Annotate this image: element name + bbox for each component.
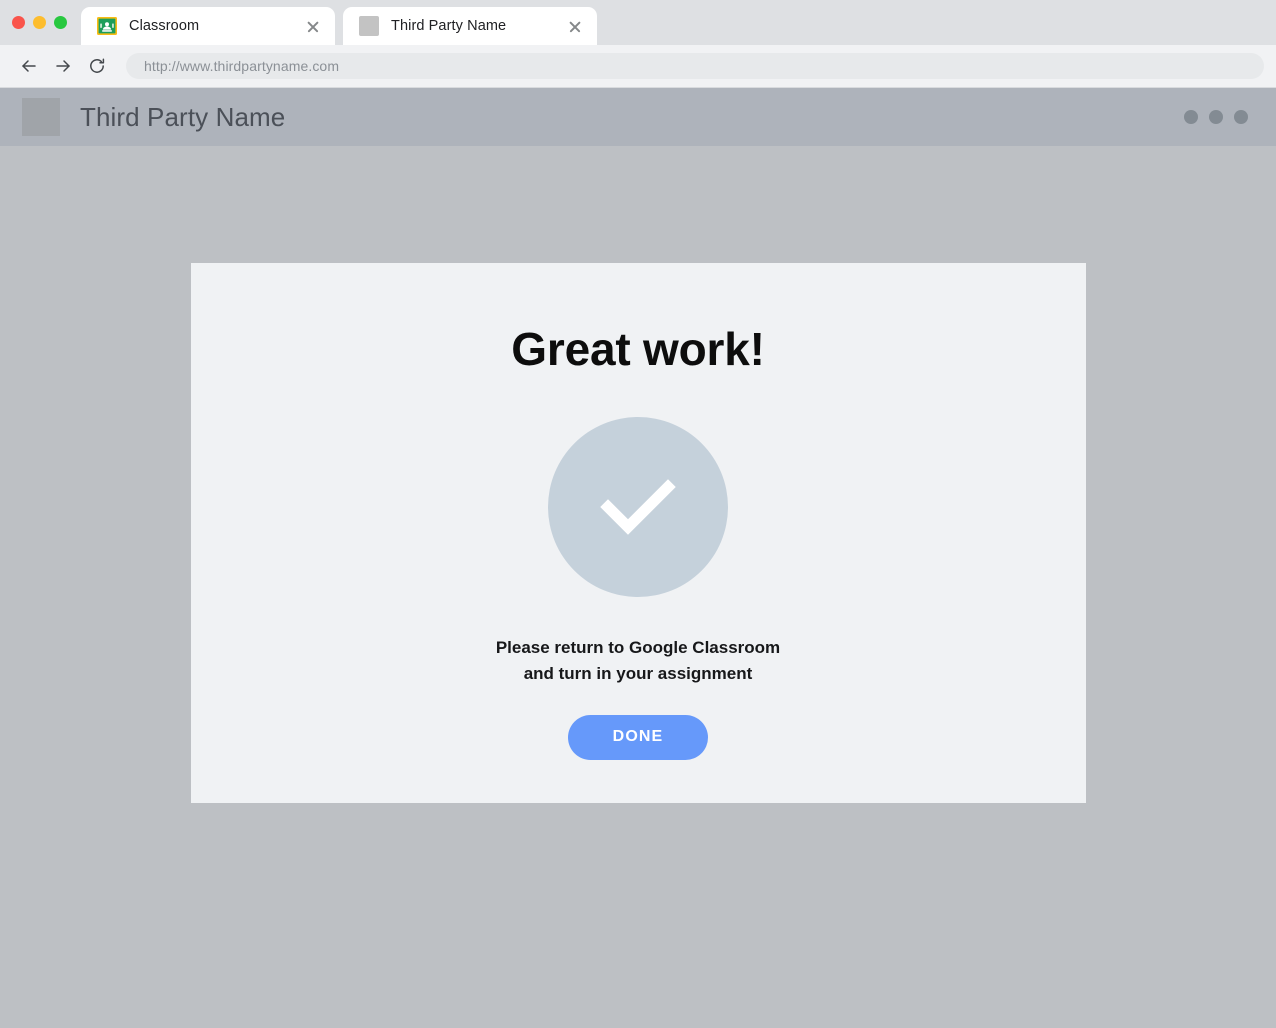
- arrow-right-icon: [53, 56, 73, 76]
- browser-tab-strip: Classroom Third Party Name: [0, 0, 1276, 45]
- tab-third-party-name[interactable]: Third Party Name: [343, 7, 597, 45]
- site-header-menu[interactable]: [1184, 110, 1248, 124]
- success-badge: [548, 417, 728, 597]
- page-viewport: Third Party Name Great work! Please retu…: [0, 88, 1276, 1028]
- window-zoom-button[interactable]: [54, 16, 67, 29]
- site-header: Third Party Name: [0, 88, 1276, 146]
- tab-classroom[interactable]: Classroom: [81, 7, 335, 45]
- window-minimize-button[interactable]: [33, 16, 46, 29]
- page-title: Great work!: [511, 323, 765, 375]
- menu-dot-icon: [1209, 110, 1223, 124]
- instruction-line-2: and turn in your assignment: [523, 664, 753, 684]
- tab-close-icon[interactable]: [567, 18, 583, 34]
- window-close-button[interactable]: [12, 16, 25, 29]
- reload-button[interactable]: [80, 49, 114, 83]
- placeholder-square-icon: [359, 16, 379, 36]
- page-body: Great work! Please return to Google Clas…: [0, 146, 1276, 1028]
- site-logo-placeholder-icon: [22, 98, 60, 136]
- tab-list: Classroom Third Party Name: [81, 0, 597, 45]
- instruction-line-1: Please return to Google Classroom: [495, 638, 781, 657]
- window-traffic-lights: [0, 0, 81, 45]
- arrow-left-icon: [19, 56, 39, 76]
- address-bar[interactable]: http://www.thirdpartyname.com: [126, 53, 1264, 79]
- forward-button[interactable]: [46, 49, 80, 83]
- google-classroom-icon: [97, 16, 117, 36]
- completion-card: Great work! Please return to Google Clas…: [190, 263, 1086, 803]
- checkmark-icon: [590, 459, 686, 555]
- menu-dot-icon: [1234, 110, 1248, 124]
- address-bar-value: http://www.thirdpartyname.com: [144, 58, 340, 74]
- browser-toolbar: http://www.thirdpartyname.com: [0, 45, 1276, 88]
- tab-title: Classroom: [129, 18, 200, 34]
- back-button[interactable]: [12, 49, 46, 83]
- tab-title: Third Party Name: [391, 18, 507, 34]
- site-title: Third Party Name: [80, 101, 286, 132]
- tab-close-icon[interactable]: [305, 18, 321, 34]
- instruction-text: Please return to Google Classroom and tu…: [496, 635, 780, 688]
- browser-window: Classroom Third Party Name http://www.th…: [0, 0, 1276, 1028]
- done-button[interactable]: DONE: [568, 714, 708, 760]
- menu-dot-icon: [1184, 110, 1198, 124]
- reload-icon: [87, 56, 107, 76]
